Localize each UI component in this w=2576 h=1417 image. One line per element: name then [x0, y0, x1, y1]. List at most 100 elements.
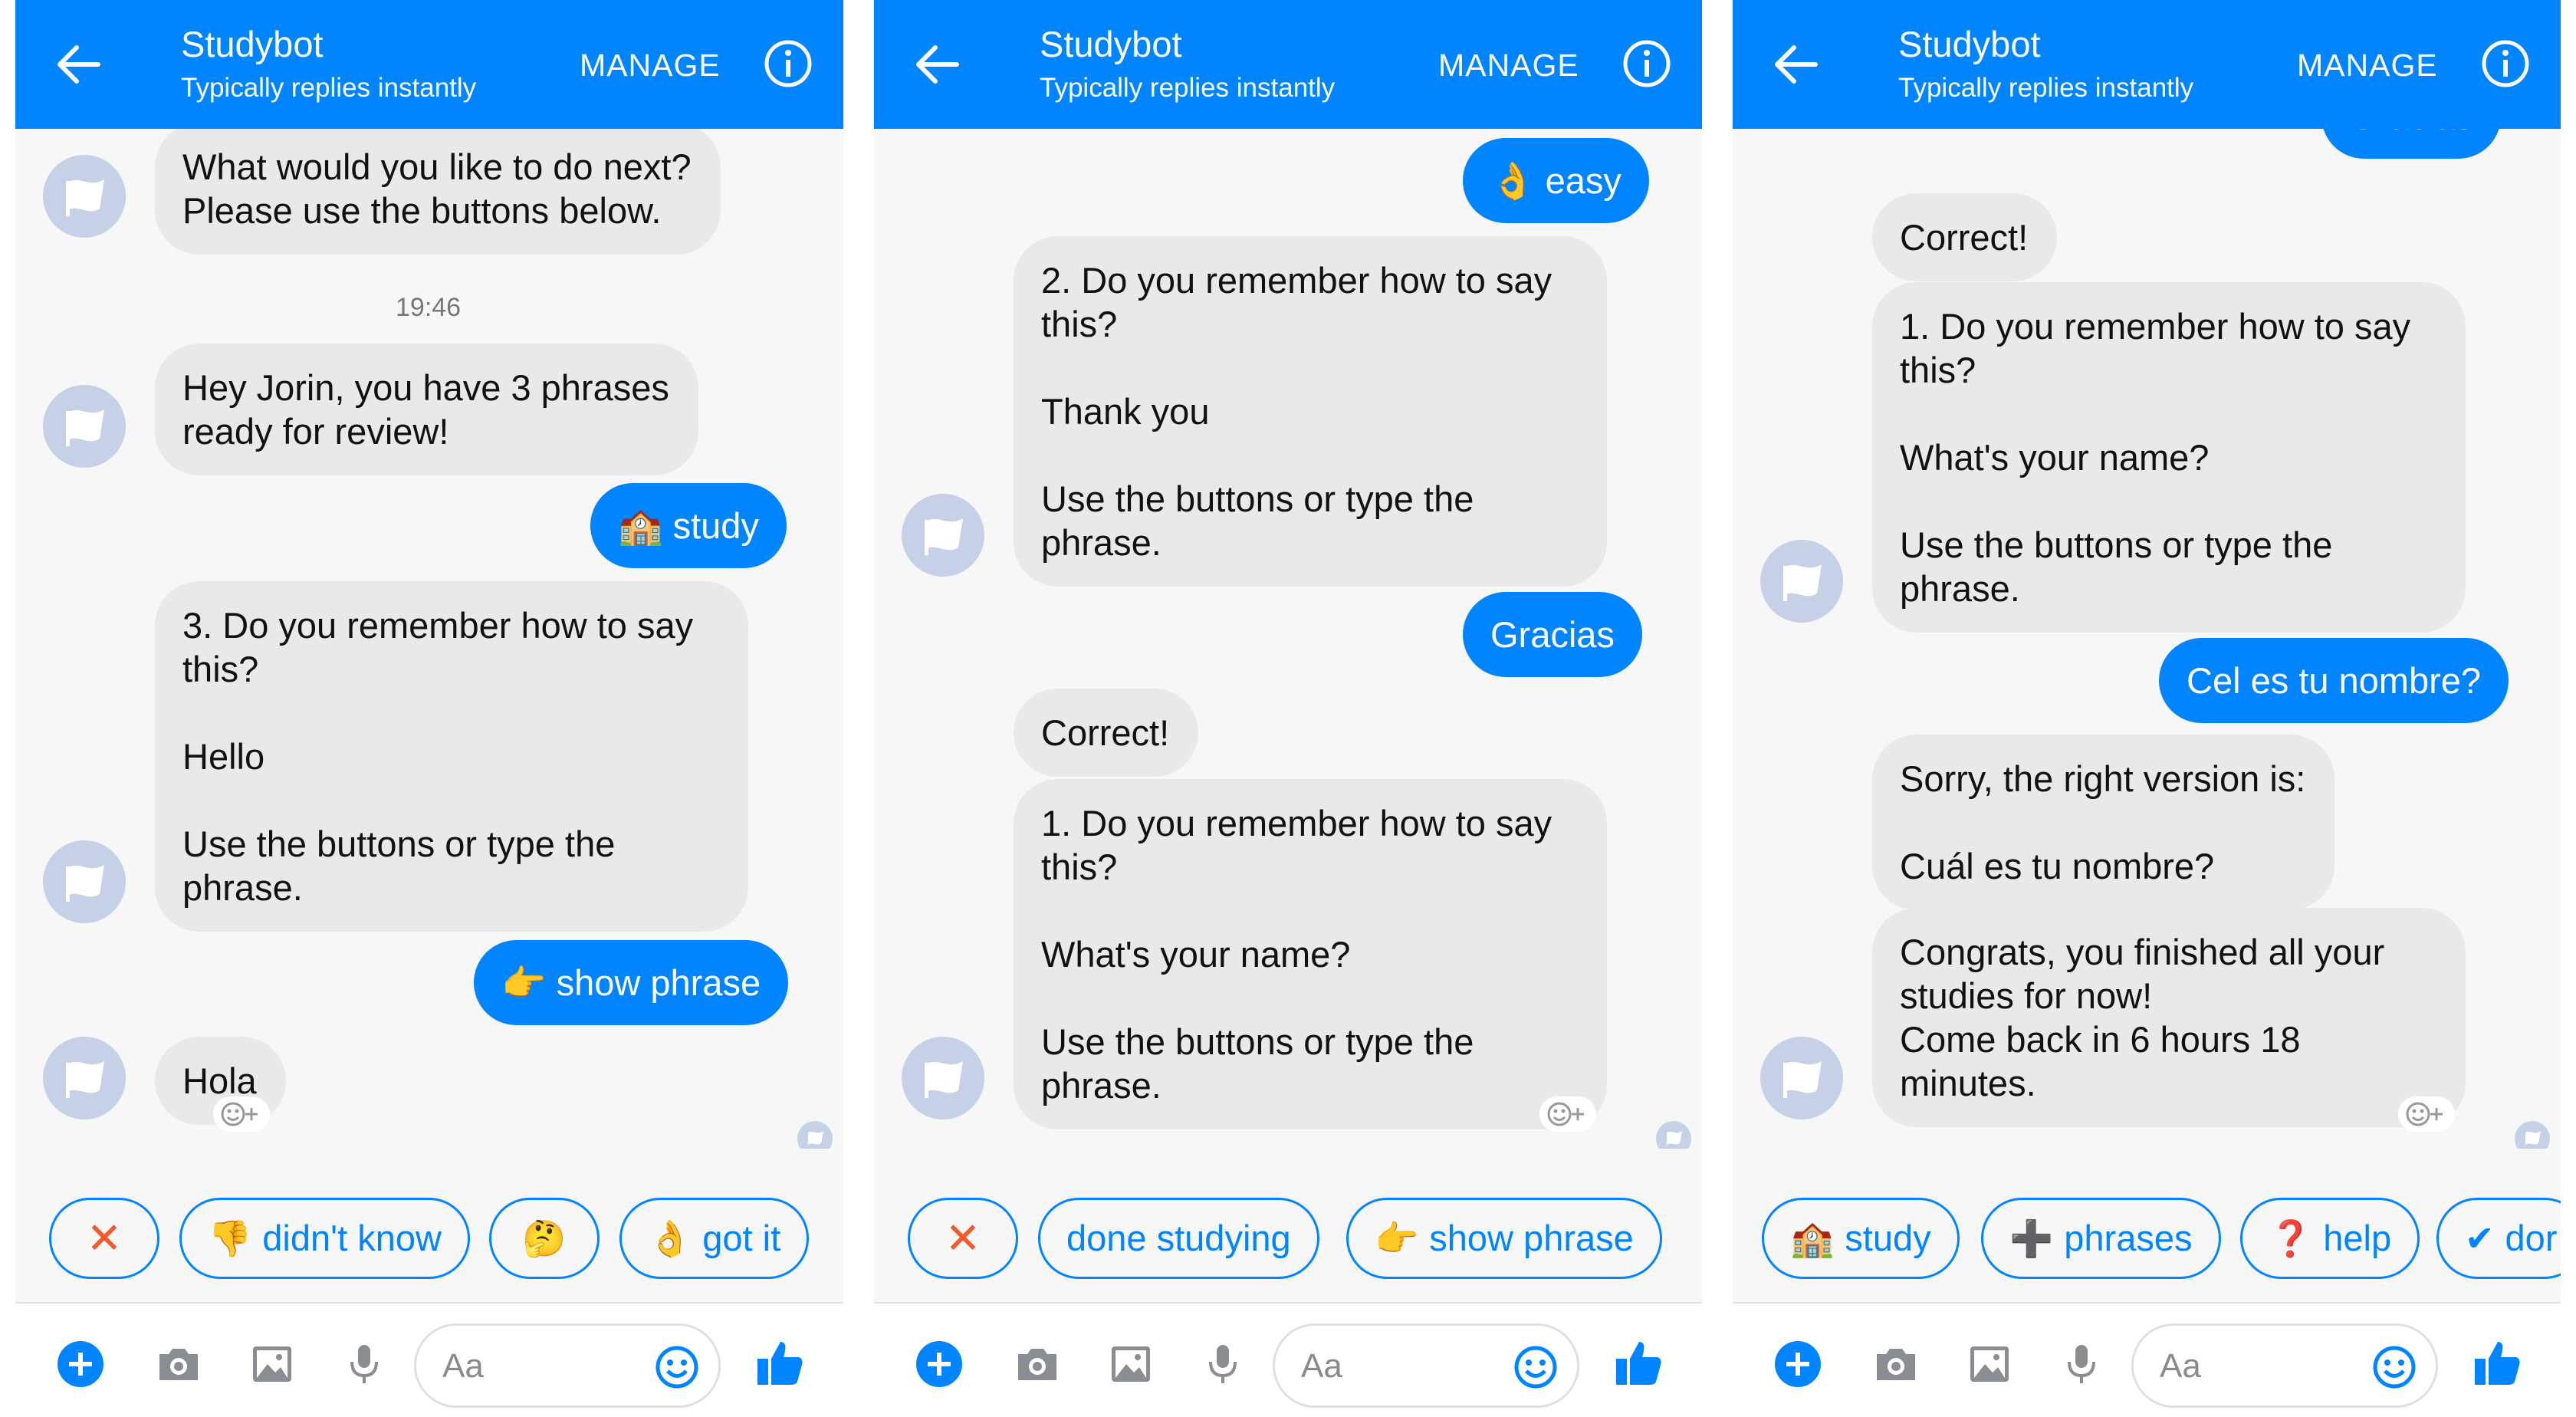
chat-header: Studybot Typically replies instantly MAN… [1733, 0, 2561, 129]
message-input[interactable] [2160, 1347, 2359, 1386]
school-icon: 🏫 [1790, 1218, 1835, 1258]
camera-icon[interactable] [155, 1340, 202, 1388]
chat-subtitle: Typically replies instantly [1040, 73, 1336, 103]
quick-reply-cancel[interactable]: ✕ [49, 1198, 159, 1279]
message-input-box[interactable] [2131, 1323, 2438, 1408]
emoji-icon[interactable] [2371, 1344, 2417, 1390]
add-reaction-icon[interactable] [2398, 1096, 2455, 1132]
quick-reply-done[interactable]: ✔ dor [2436, 1198, 2561, 1279]
bot-message: Hey Jorin, you have 3 phrases ready for … [155, 344, 698, 475]
manage-button[interactable]: MANAGE [1438, 48, 1579, 84]
thumbs-down-icon: 👎 [208, 1218, 252, 1258]
info-icon[interactable] [763, 38, 813, 89]
info-icon[interactable] [2480, 38, 2531, 89]
quick-reply-thinking[interactable]: 🤔 [489, 1198, 600, 1279]
plus-icon[interactable] [1774, 1340, 1822, 1388]
user-message: 👌 easy [1463, 138, 1649, 223]
message-list[interactable]: 👌 easy 2. Do you remember how to say thi… [874, 129, 1702, 1149]
camera-icon[interactable] [1872, 1340, 1920, 1388]
quick-reply-phrases[interactable]: ➕ phrases [1981, 1198, 2221, 1279]
quick-reply-label: dor [2505, 1218, 2558, 1258]
chat-title[interactable]: Studybot [1040, 23, 1182, 65]
bot-avatar[interactable] [1760, 540, 1843, 623]
bot-avatar[interactable] [43, 155, 126, 238]
quick-reply-label: phrases [2064, 1218, 2193, 1258]
timestamp: 19:46 [396, 293, 462, 322]
user-message: Gracias [1463, 592, 1642, 677]
emoji-icon[interactable] [654, 1344, 700, 1390]
quick-reply-label: done studying [1066, 1218, 1291, 1258]
quick-reply-study[interactable]: 🏫 study [1762, 1198, 1960, 1279]
message-list[interactable]: Gracias Correct! 1. Do you remember how … [1733, 129, 2561, 1149]
flag-icon [66, 1061, 104, 1098]
microphone-icon[interactable] [340, 1340, 388, 1388]
thumbs-up-icon[interactable] [1612, 1336, 1665, 1389]
bot-avatar[interactable] [902, 1037, 984, 1119]
chat-header: Studybot Typically replies instantly MAN… [15, 0, 843, 129]
school-icon: 🏫 [618, 505, 663, 546]
message-input[interactable] [442, 1347, 642, 1386]
arrow-left-icon[interactable] [914, 44, 960, 84]
bot-avatar[interactable] [43, 1037, 126, 1119]
message-list[interactable]: What would you like to do next? Please u… [15, 129, 843, 1149]
check-icon: ✔ [2465, 1218, 2495, 1258]
microphone-icon[interactable] [2058, 1340, 2105, 1388]
thumbs-up-icon[interactable] [2470, 1336, 2524, 1389]
flag-icon [1783, 564, 1822, 601]
chat-header: Studybot Typically replies instantly MAN… [874, 0, 1702, 129]
chat-screen-1: Studybot Typically replies instantly MAN… [15, 0, 843, 1417]
seen-indicator-icon [2515, 1121, 2550, 1149]
quick-reply-didnt-know[interactable]: 👎 didn't know [179, 1198, 470, 1279]
bot-message: 2. Do you remember how to say this? Than… [1014, 236, 1607, 587]
chat-title[interactable]: Studybot [1898, 23, 2041, 65]
bot-avatar[interactable] [1760, 1037, 1843, 1119]
quick-replies: ✕ done studying 👉 show phrase [874, 1149, 1702, 1302]
chat-screen-3: Studybot Typically replies instantly MAN… [1733, 0, 2561, 1417]
microphone-icon[interactable] [1199, 1340, 1247, 1388]
bot-message: Correct! [1872, 193, 2058, 281]
bot-avatar[interactable] [43, 840, 126, 923]
bot-message: What would you like to do next? Please u… [155, 129, 721, 255]
quick-reply-cancel[interactable]: ✕ [908, 1198, 1018, 1279]
manage-button[interactable]: MANAGE [580, 48, 721, 84]
message-input-box[interactable] [414, 1323, 721, 1408]
quick-replies: ✕ 👎 didn't know 🤔 👌 got it [15, 1149, 843, 1302]
plus-icon[interactable] [915, 1340, 963, 1388]
bot-message: Congrats, you finished all your studies … [1872, 908, 2466, 1127]
user-message-text: easy [1545, 160, 1622, 201]
camera-icon[interactable] [1014, 1340, 1061, 1388]
quick-reply-label: study [1845, 1218, 1931, 1258]
info-icon[interactable] [1622, 38, 1672, 89]
message-input-box[interactable] [1273, 1323, 1579, 1408]
close-icon: ✕ [945, 1214, 981, 1262]
bot-message: Sorry, the right version is: Cuál es tu … [1872, 735, 2335, 910]
manage-button[interactable]: MANAGE [2297, 48, 2438, 84]
quick-reply-got-it[interactable]: 👌 got it [619, 1198, 810, 1279]
quick-reply-help[interactable]: ❓ help [2240, 1198, 2420, 1279]
message-input[interactable] [1301, 1347, 1500, 1386]
question-icon: ❓ [2269, 1218, 2313, 1258]
user-message-text: show phrase [556, 962, 761, 1003]
quick-replies[interactable]: 🏫 study ➕ phrases ❓ help ✔ dor [1733, 1149, 2561, 1302]
quick-reply-show-phrase[interactable]: 👉 show phrase [1346, 1198, 1662, 1279]
image-icon[interactable] [1107, 1340, 1155, 1388]
message-composer [15, 1302, 843, 1417]
thumbs-up-icon[interactable] [753, 1336, 807, 1389]
flag-icon [66, 409, 104, 446]
bot-message: 3. Do you remember how to say this? Hell… [155, 581, 748, 932]
chat-screen-2: Studybot Typically replies instantly MAN… [874, 0, 1702, 1417]
seen-indicator-icon [1656, 1121, 1691, 1149]
arrow-left-icon[interactable] [1773, 44, 1819, 84]
chat-subtitle: Typically replies instantly [1898, 73, 2194, 103]
arrow-left-icon[interactable] [55, 44, 101, 84]
image-icon[interactable] [1966, 1340, 2013, 1388]
plus-icon[interactable] [57, 1340, 104, 1388]
quick-reply-done-studying[interactable]: done studying [1038, 1198, 1319, 1279]
emoji-icon[interactable] [1513, 1344, 1559, 1390]
image-icon[interactable] [248, 1340, 296, 1388]
chat-title[interactable]: Studybot [181, 23, 324, 65]
bot-avatar[interactable] [43, 385, 126, 468]
add-reaction-icon[interactable] [213, 1096, 270, 1132]
add-reaction-icon[interactable] [1539, 1096, 1596, 1132]
bot-avatar[interactable] [902, 494, 984, 577]
